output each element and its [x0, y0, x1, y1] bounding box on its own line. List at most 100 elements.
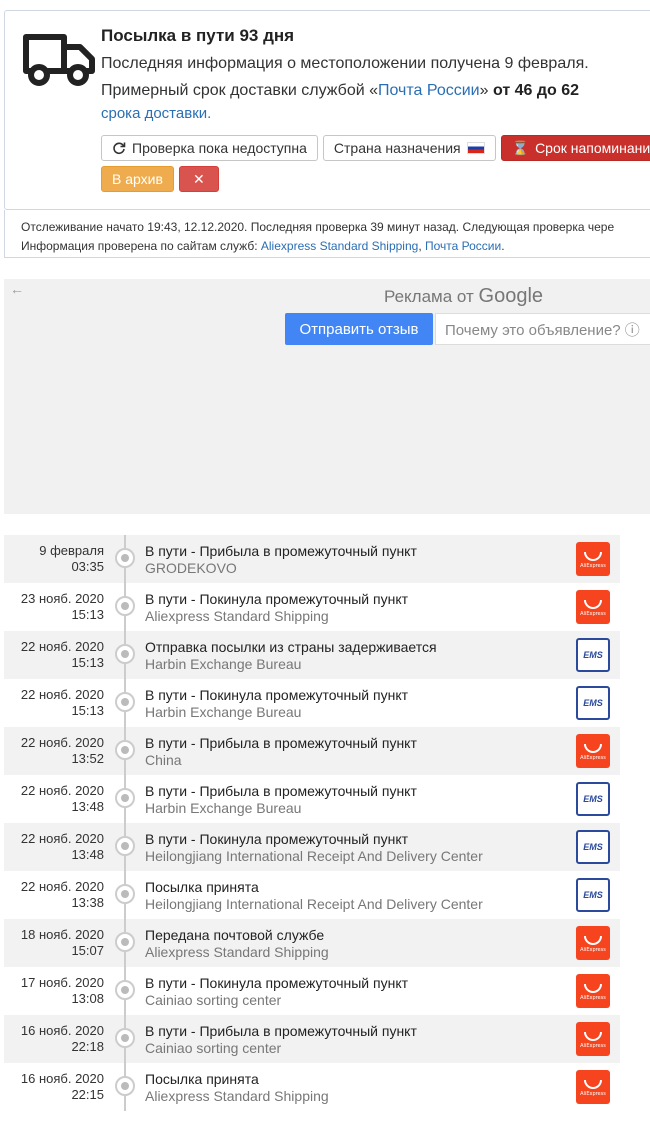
timeline-event: 22 нояб. 2020 15:13 В пути - Покинула пр… — [4, 679, 620, 727]
event-title: Посылка принята — [145, 1071, 259, 1087]
why-this-ad-button[interactable]: Почему это объявление? ⓘ — [435, 313, 650, 345]
country-button-label: Страна назначения — [333, 140, 461, 156]
event-place: Aliexpress Standard Shipping — [145, 944, 329, 960]
event-date: 18 нояб. 2020 — [20, 927, 104, 942]
aliexpress-logo-icon: AliExpress — [576, 542, 610, 576]
ems-logo-text: EMS — [583, 698, 603, 708]
timeline-dot-icon — [115, 1076, 135, 1096]
event-datetime: 22 нояб. 2020 13:48 — [4, 831, 104, 863]
event-date: 23 нояб. 2020 — [20, 591, 104, 606]
send-feedback-button[interactable]: Отправить отзыв — [285, 313, 433, 345]
tracking-info: Отслеживание начато 19:43, 12.12.2020. П… — [4, 210, 650, 258]
event-datetime: 23 нояб. 2020 15:13 — [4, 591, 104, 623]
checked-sites-sep: , — [418, 239, 425, 253]
check-button-label: Проверка пока недоступна — [132, 140, 307, 156]
event-time: 15:13 — [71, 607, 104, 622]
aliexpress-logo-text: AliExpress — [580, 1042, 606, 1049]
timeline-dot-icon — [115, 740, 135, 760]
timeline-dot-icon — [115, 884, 135, 904]
truck-icon — [23, 34, 95, 86]
delivery-term-link[interactable]: срока доставки. — [101, 105, 211, 122]
timeline-dot-icon — [115, 1028, 135, 1048]
aliexpress-logo-text: AliExpress — [580, 946, 606, 953]
check-unavailable-button[interactable]: Проверка пока недоступна — [101, 135, 318, 161]
aliexpress-logo-icon: AliExpress — [576, 1022, 610, 1056]
checked-sites-text: Информация проверена по сайтам служб: Al… — [21, 237, 650, 256]
service-link-pochta-info[interactable]: Почта России — [425, 239, 501, 253]
delivery-estimate-prefix: Примерный срок доставки службой « — [101, 82, 378, 99]
timeline-event: 22 нояб. 2020 13:38 Посылка принята Heil… — [4, 871, 620, 919]
event-datetime: 17 нояб. 2020 13:08 — [4, 975, 104, 1007]
event-place: Cainiao sorting center — [145, 992, 282, 1008]
event-time: 13:52 — [71, 751, 104, 766]
reminder-button[interactable]: ⌛ Срок напоминания — [500, 135, 650, 161]
event-time: 13:48 — [71, 847, 104, 862]
event-time: 15:13 — [71, 703, 104, 718]
timeline-dot-icon — [115, 932, 135, 952]
event-datetime: 18 нояб. 2020 15:07 — [4, 927, 104, 959]
aliexpress-logo-text: AliExpress — [580, 610, 606, 617]
service-link-aliexpress[interactable]: Aliexpress Standard Shipping — [261, 239, 418, 253]
checked-sites-prefix: Информация проверена по сайтам служб: — [21, 239, 261, 253]
back-arrow-icon[interactable]: ← — [10, 281, 24, 297]
destination-country-button[interactable]: Страна назначения — [322, 135, 496, 161]
event-datetime: 16 нояб. 2020 22:18 — [4, 1023, 104, 1055]
event-datetime: 22 нояб. 2020 13:52 — [4, 735, 104, 767]
delete-button[interactable]: ✕ — [178, 166, 219, 192]
event-time: 22:18 — [71, 1039, 104, 1054]
event-time: 13:48 — [71, 799, 104, 814]
ems-logo-icon: EMS — [576, 782, 610, 816]
smile-mark — [584, 1079, 602, 1089]
timeline-dot-icon — [115, 548, 135, 568]
aliexpress-logo-icon: AliExpress — [576, 1070, 610, 1104]
event-title: Отправка посылки из страны задерживается — [145, 639, 437, 655]
event-date: 9 февраля — [39, 543, 104, 558]
timeline-dot-icon — [115, 836, 135, 856]
service-link-pochta[interactable]: Почта России — [378, 82, 480, 99]
event-time: 15:13 — [71, 655, 104, 670]
aliexpress-logo-text: AliExpress — [580, 1090, 606, 1097]
event-title: В пути - Прибыла в промежуточный пункт — [145, 783, 417, 799]
ad-label: Реклама от Google — [384, 285, 543, 308]
aliexpress-logo-text: AliExpress — [580, 994, 606, 1001]
ems-logo-text: EMS — [583, 842, 603, 852]
event-place: Harbin Exchange Bureau — [145, 656, 302, 672]
hourglass-icon: ⌛ — [511, 139, 530, 156]
delivery-term: от 46 до 62 — [492, 82, 580, 99]
smile-mark — [584, 743, 602, 753]
event-datetime: 22 нояб. 2020 13:38 — [4, 879, 104, 911]
delivery-estimate-text: Примерный срок доставки службой «Почта Р… — [101, 82, 579, 100]
timeline-event: 16 нояб. 2020 22:18 В пути - Прибыла в п… — [4, 1015, 620, 1063]
timeline-event: 18 нояб. 2020 15:07 Передана почтовой сл… — [4, 919, 620, 967]
event-place: Heilongjiang International Receipt And D… — [145, 896, 483, 912]
event-place: Aliexpress Standard Shipping — [145, 608, 329, 624]
ad-label-prefix: Реклама от — [384, 287, 479, 306]
smile-mark — [584, 551, 602, 561]
event-place: GRODEKOVO — [145, 560, 237, 576]
timeline-event: 22 нояб. 2020 13:52 В пути - Прибыла в п… — [4, 727, 620, 775]
timeline-dot-icon — [115, 980, 135, 1000]
event-time: 15:07 — [71, 943, 104, 958]
event-title: Передана почтовой службе — [145, 927, 325, 943]
archive-button[interactable]: В архив — [101, 166, 174, 192]
timeline-dot-icon — [115, 692, 135, 712]
event-date: 16 нояб. 2020 — [20, 1023, 104, 1038]
aliexpress-logo-icon: AliExpress — [576, 734, 610, 768]
tracking-started-text: Отслеживание начато 19:43, 12.12.2020. П… — [21, 220, 615, 234]
aliexpress-logo-icon: AliExpress — [576, 590, 610, 624]
event-title: В пути - Покинула промежуточный пункт — [145, 831, 409, 847]
ems-logo-text: EMS — [583, 890, 603, 900]
parcel-status-card: Посылка в пути 93 дня Последняя информац… — [4, 10, 650, 210]
aliexpress-logo-text: AliExpress — [580, 754, 606, 761]
smile-mark — [584, 599, 602, 609]
event-datetime: 22 нояб. 2020 15:13 — [4, 639, 104, 671]
ems-logo-icon: EMS — [576, 686, 610, 720]
google-logo: Google — [478, 285, 544, 307]
status-title: Посылка в пути 93 дня — [101, 26, 295, 45]
smile-mark — [584, 1031, 602, 1041]
event-datetime: 16 нояб. 2020 22:15 — [4, 1071, 104, 1103]
ems-logo-icon: EMS — [576, 638, 610, 672]
event-time: 22:15 — [71, 1087, 104, 1102]
event-datetime: 22 нояб. 2020 13:48 — [4, 783, 104, 815]
russia-flag-icon — [466, 142, 485, 154]
